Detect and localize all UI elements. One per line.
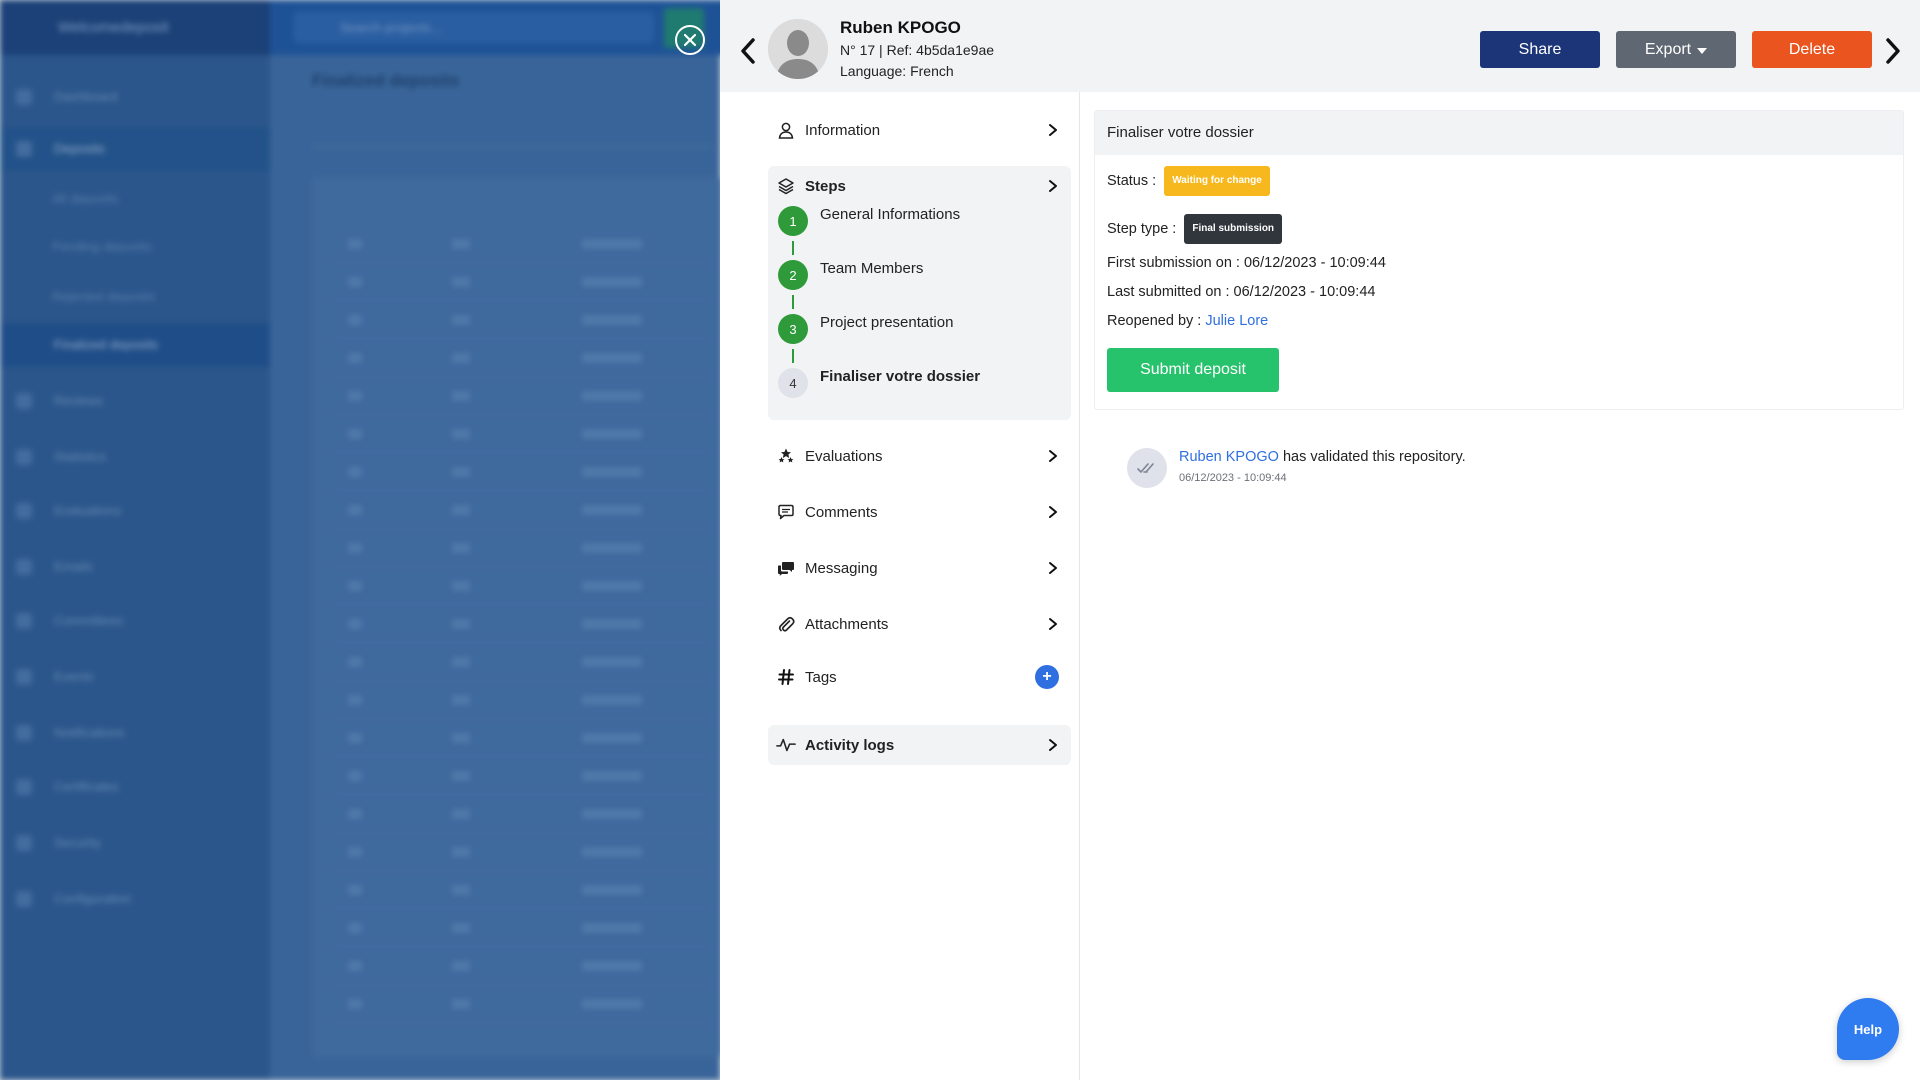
step-detail-title: Finaliser votre dossier: [1095, 111, 1903, 155]
step-label: Project presentation: [820, 314, 954, 331]
step-number: 1: [778, 206, 808, 236]
chevron-right-icon: [1049, 180, 1057, 192]
steps-panel: Steps 1 General Informations 2 Team Memb…: [768, 166, 1071, 420]
activity-actor-link[interactable]: Ruben KPOGO: [1179, 449, 1279, 465]
chevron-right-icon: [1049, 124, 1057, 136]
step-item[interactable]: 2 Team Members: [778, 260, 1058, 294]
step-detail-card: Finaliser votre dossier Status : Waiting…: [1094, 110, 1904, 410]
step-label: General Informations: [820, 206, 961, 223]
step-type-badge: Final submission: [1184, 214, 1283, 244]
applicant-name: Ruben KPOGO: [840, 18, 961, 37]
menu-item-comments[interactable]: Comments: [768, 492, 1071, 532]
delete-button-label: Delete: [1788, 40, 1836, 58]
menu-item-steps[interactable]: Steps: [768, 166, 1071, 206]
first-submission-date: First submission on : 06/12/2023 - 10:09…: [1107, 255, 1386, 271]
step-connector: [792, 349, 794, 363]
chevron-right-icon: [1049, 506, 1057, 518]
step-type-label: Step type :: [1107, 220, 1177, 237]
close-circle-icon: [683, 33, 697, 47]
previous-deposit-button[interactable]: [738, 36, 758, 66]
deposit-language: Language: French: [840, 63, 954, 79]
help-button-label: Help: [1853, 1021, 1883, 1037]
export-button-label: Export: [1644, 40, 1692, 58]
user-icon: [776, 120, 796, 140]
menu-label-steps: Steps: [805, 177, 846, 195]
menu-item-messaging[interactable]: Messaging: [768, 548, 1071, 588]
deposit-reference: N° 17 | Ref: 4b5da1e9ae: [840, 42, 995, 58]
share-button[interactable]: Share: [1480, 31, 1600, 68]
reopened-by-label: Reopened by :: [1107, 313, 1202, 329]
step-number: 2: [778, 260, 808, 290]
step-number: 3: [778, 314, 808, 344]
modal-backdrop[interactable]: [0, 0, 720, 1080]
chevron-right-icon: [1886, 38, 1900, 64]
step-number: 4: [778, 368, 808, 398]
step-item[interactable]: 1 General Informations: [778, 206, 1058, 240]
activity-message-text: has validated this repository.: [1282, 449, 1466, 465]
double-check-icon: [1127, 448, 1167, 488]
deposit-drawer: Ruben KPOGO N° 17 | Ref: 4b5da1e9ae Lang…: [720, 0, 1920, 1080]
chevron-right-icon: [1049, 618, 1057, 630]
drawer-header: Ruben KPOGO N° 17 | Ref: 4b5da1e9ae Lang…: [720, 0, 1920, 92]
delete-button[interactable]: Delete: [1752, 31, 1872, 68]
activity-message: Ruben KPOGO has validated this repositor…: [1179, 449, 1466, 465]
menu-item-information[interactable]: Information: [768, 110, 1071, 150]
submit-deposit-label: Submit deposit: [1140, 361, 1246, 378]
menu-label-attachments: Attachments: [805, 615, 889, 633]
add-tag-button[interactable]: +: [1035, 665, 1059, 689]
activity-entry: Ruben KPOGO has validated this repositor…: [1127, 448, 1727, 498]
menu-label-activity-logs: Activity logs: [805, 736, 895, 754]
stars-icon: [776, 446, 796, 466]
chevron-right-icon: [1049, 450, 1057, 462]
step-connector: [792, 241, 794, 255]
close-drawer-button[interactable]: [675, 25, 705, 55]
panel-divider: [1079, 92, 1080, 1080]
step-label: Finaliser votre dossier: [820, 368, 981, 385]
messages-icon: [776, 558, 796, 578]
next-deposit-button[interactable]: [1883, 36, 1903, 66]
menu-label-comments: Comments: [805, 503, 878, 521]
reopened-by-user-link[interactable]: Julie Lore: [1205, 313, 1268, 329]
status-label: Status :: [1107, 172, 1157, 189]
menu-item-activity-logs[interactable]: Activity logs: [768, 725, 1071, 765]
user-silhouette-icon: [768, 19, 828, 79]
submit-deposit-button[interactable]: Submit deposit: [1107, 348, 1279, 392]
status-badge: Waiting for change: [1164, 166, 1270, 196]
last-submitted-date: Last submitted on : 06/12/2023 - 10:09:4…: [1107, 284, 1376, 300]
step-label: Team Members: [820, 260, 924, 277]
export-dropdown-button[interactable]: Export: [1616, 31, 1736, 68]
menu-label-evaluations: Evaluations: [805, 447, 883, 465]
hashtag-icon: [776, 667, 796, 687]
reopened-by-row: Reopened by : Julie Lore: [1107, 313, 1268, 329]
menu-item-attachments[interactable]: Attachments: [768, 604, 1071, 644]
comment-icon: [776, 502, 796, 522]
step-item[interactable]: 3 Project presentation: [778, 314, 1058, 348]
menu-label-messaging: Messaging: [805, 559, 878, 577]
avatar: [768, 19, 828, 79]
caret-down-icon: [1697, 48, 1708, 54]
menu-label-information: Information: [805, 121, 881, 139]
paperclip-icon: [776, 614, 796, 634]
share-button-label: Share: [1518, 40, 1562, 58]
layers-icon: [776, 176, 796, 196]
menu-label-tags: Tags: [805, 668, 837, 686]
menu-item-tags: Tags: [768, 657, 1071, 697]
pulse-icon: [776, 735, 796, 755]
step-item-current[interactable]: 4 Finaliser votre dossier: [778, 368, 1058, 402]
step-type-row: Step type : Final submission: [1107, 214, 1283, 244]
status-row: Status : Waiting for change: [1107, 166, 1270, 196]
menu-item-evaluations[interactable]: Evaluations: [768, 436, 1071, 476]
chevron-left-icon: [741, 38, 755, 64]
step-connector: [792, 295, 794, 309]
chevron-right-icon: [1049, 739, 1057, 751]
activity-date: 06/12/2023 - 10:09:44: [1179, 472, 1287, 484]
chevron-right-icon: [1049, 562, 1057, 574]
help-button[interactable]: Help: [1837, 998, 1899, 1060]
